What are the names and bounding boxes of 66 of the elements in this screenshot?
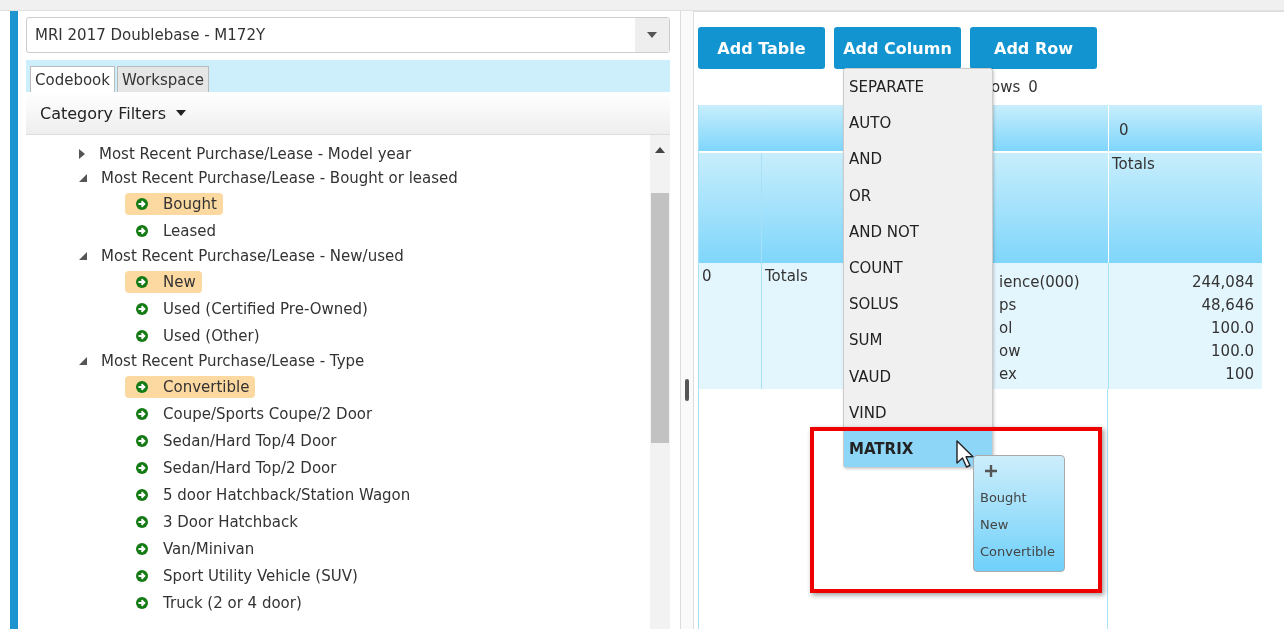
menu-item[interactable]: AUTO <box>844 105 992 142</box>
arrow-circle-icon <box>135 433 149 448</box>
menu-item[interactable]: SUM <box>844 322 992 359</box>
tree-leaf-item[interactable]: Convertible <box>125 375 256 398</box>
tab[interactable]: Workspace <box>116 66 209 92</box>
tree-leaf-item[interactable]: 5 door Hatchback/Station Wagon <box>125 483 417 506</box>
tree-leaf-item[interactable]: Coupe/Sports Coupe/2 Door <box>125 402 379 425</box>
menu-item[interactable]: AND NOT <box>844 213 992 250</box>
caret-icon <box>176 110 187 116</box>
table-cell-text: ience(000) <box>999 272 1081 293</box>
tab[interactable]: Codebook <box>30 66 115 92</box>
scroll-up-icon <box>655 147 665 153</box>
table-cell-text: 48,646 <box>1200 295 1254 316</box>
dataset-select[interactable]: MRI 2017 Doublebase - M172Y <box>26 17 670 53</box>
tree-leaf-item[interactable]: Leased <box>125 219 223 242</box>
tree-leaf-item[interactable]: Van/Minivan <box>125 537 261 560</box>
tree-item[interactable]: Most Recent Purchase/Lease - New/used <box>101 247 404 265</box>
table-cell-text: ex <box>999 364 1018 385</box>
tree-leaf-item[interactable]: Bought <box>125 192 223 215</box>
plus-icon <box>984 464 998 478</box>
tree-leaf-item[interactable]: Sedan/Hard Top/4 Door <box>125 429 343 452</box>
scrollbar-thumb[interactable] <box>651 193 669 443</box>
popup-item: Convertible <box>980 543 1056 561</box>
tree-leaf-item[interactable]: Used (Certified Pre-Owned) <box>125 297 374 320</box>
table-cell-text: ow <box>999 341 1022 362</box>
tree-leaf-item[interactable]: Used (Other) <box>125 324 266 347</box>
menu-item[interactable]: AND <box>844 141 992 178</box>
menu-item[interactable]: OR <box>844 177 992 214</box>
arrow-circle-icon <box>135 568 149 583</box>
table-cell-text: ps <box>999 295 1018 316</box>
table-cell-text: 100.0 <box>1210 341 1254 362</box>
tree-leaf-item[interactable]: Sport Utility Vehicle (SUV) <box>125 564 364 587</box>
arrow-circle-icon <box>135 595 149 610</box>
tree-leaf-item[interactable]: New <box>125 270 202 293</box>
arrow-circle-icon <box>135 406 149 421</box>
arrow-circle-icon <box>135 541 149 556</box>
category-filters-button[interactable]: Category Filters <box>40 103 187 123</box>
tree-leaf-item[interactable]: Sedan/Hard Top/2 Door <box>125 456 343 479</box>
arrow-circle-icon <box>135 223 149 238</box>
tree-item[interactable]: Most Recent Purchase/Lease - Bought or leased <box>101 169 458 187</box>
table-header-cell: 0 <box>1108 105 1262 151</box>
table-cell-text: 244,084 <box>1190 272 1254 293</box>
table-cell-text: 100.0 <box>1210 318 1254 339</box>
rows-count: 0 <box>1028 78 1038 96</box>
menu-item[interactable]: SEPARATE <box>844 69 992 106</box>
arrow-circle-icon <box>135 301 149 316</box>
arrow-circle-icon <box>135 487 149 502</box>
menu-item[interactable]: VIND <box>844 394 992 431</box>
table-cell-text: 100 <box>1224 364 1254 385</box>
tree-leaf-item[interactable]: 3 Door Hatchback <box>125 510 304 533</box>
popup-item: New <box>980 516 1010 534</box>
splitter-handle[interactable] <box>685 379 689 401</box>
arrow-circle-icon <box>135 196 149 211</box>
table-cell-text: 0 <box>701 266 713 287</box>
popup-item: Bought <box>980 489 1028 507</box>
arrow-circle-icon <box>135 379 149 394</box>
dropdown-arrow-icon <box>647 32 657 38</box>
arrow-circle-icon <box>135 274 149 289</box>
arrow-circle-icon <box>135 460 149 475</box>
table-cell-text: ol <box>999 318 1014 339</box>
menu-item[interactable]: SOLUS <box>844 286 992 323</box>
arrow-circle-icon <box>135 514 149 529</box>
tree-item[interactable]: Most Recent Purchase/Lease - Type <box>101 352 365 370</box>
tree-leaf-item[interactable]: Truck (2 or 4 door) <box>125 591 308 614</box>
arrow-circle-icon <box>135 328 149 343</box>
tree-item[interactable]: Most Recent Purchase/Lease - Model year <box>99 145 412 163</box>
